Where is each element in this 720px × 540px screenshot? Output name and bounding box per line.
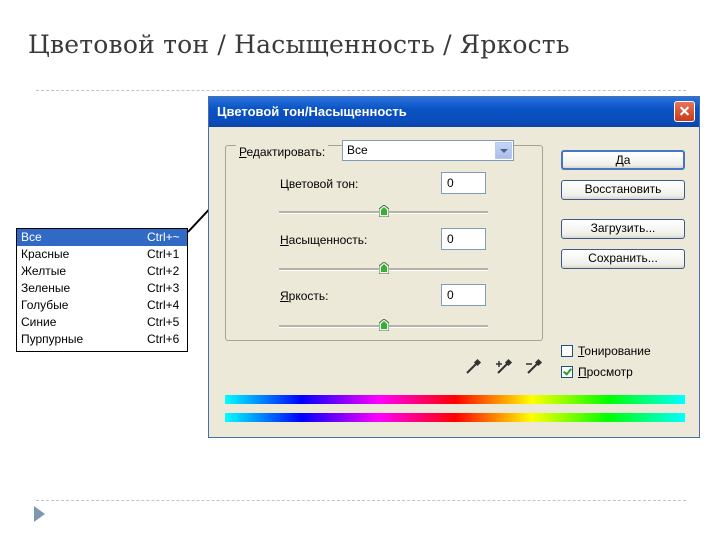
settings-group [225, 145, 543, 341]
reset-button[interactable]: Восстановить [561, 180, 685, 200]
colorize-label: Тонирование [578, 344, 651, 358]
edit-channel-value: Все [347, 143, 368, 157]
edit-channel-select[interactable]: Все [342, 140, 514, 161]
brightness-input[interactable]: 0 [441, 284, 486, 306]
menu-item-shortcut: Ctrl+1 [147, 247, 180, 261]
preview-checkbox[interactable] [561, 366, 573, 378]
eyedropper-icon[interactable] [464, 358, 482, 376]
load-button[interactable]: Загрузить... [561, 219, 685, 239]
dialog-title: Цветовой тон/Насыщенность [217, 104, 407, 119]
input-spectrum-bar [225, 395, 685, 404]
edit-label: Редактировать: [236, 145, 329, 159]
menu-item[interactable]: Синие Ctrl+5 [17, 314, 187, 331]
save-button[interactable]: Сохранить... [561, 249, 685, 269]
menu-item-shortcut: Ctrl+2 [147, 264, 180, 278]
eyedropper-plus-icon[interactable] [495, 358, 513, 376]
menu-item-name: Все [21, 230, 42, 244]
menu-item-name: Красные [21, 247, 70, 261]
menu-item[interactable]: Пурпурные Ctrl+6 [17, 331, 187, 348]
menu-item-name: Синие [21, 315, 57, 329]
brightness-label: Яркость: [280, 289, 329, 303]
menu-item-shortcut: Ctrl+5 [147, 315, 180, 329]
hue-saturation-dialog: Цветовой тон/Насыщенность Редактировать:… [208, 96, 700, 438]
saturation-label: Насыщенность: [280, 233, 368, 247]
hue-input[interactable]: 0 [441, 172, 486, 194]
brightness-slider-thumb[interactable] [378, 319, 389, 331]
menu-item[interactable]: Красные Ctrl+1 [17, 246, 187, 263]
eyedropper-minus-icon[interactable] [525, 358, 543, 376]
hue-label: Цветовой тон: [280, 177, 359, 191]
menu-item-name: Зеленые [21, 281, 71, 295]
menu-item[interactable]: Голубые Ctrl+4 [17, 297, 187, 314]
close-icon[interactable] [674, 101, 695, 122]
menu-item-shortcut: Ctrl+6 [147, 332, 180, 346]
menu-item[interactable]: Желтые Ctrl+2 [17, 263, 187, 280]
chevron-down-icon[interactable] [495, 142, 512, 159]
menu-item-shortcut: Ctrl+~ [147, 230, 180, 244]
colorize-checkbox[interactable] [561, 345, 573, 357]
menu-item-name: Желтые [21, 264, 67, 278]
menu-item[interactable]: Все Ctrl+~ [17, 229, 187, 246]
dialog-titlebar[interactable]: Цветовой тон/Насыщенность [209, 97, 699, 127]
saturation-input[interactable]: 0 [441, 228, 486, 250]
menu-item-name: Пурпурные [21, 332, 84, 346]
menu-item[interactable]: Зеленые Ctrl+3 [17, 280, 187, 297]
edit-channel-menu: Все Ctrl+~ Красные Ctrl+1 Желтые Ctrl+2 Зелены… [16, 228, 188, 352]
preview-label: Просмотр [578, 365, 633, 379]
hue-slider-thumb[interactable] [378, 205, 389, 217]
menu-item-shortcut: Ctrl+3 [147, 281, 180, 295]
menu-item-shortcut: Ctrl+4 [147, 298, 180, 312]
saturation-slider-thumb[interactable] [378, 262, 389, 274]
menu-item-name: Голубые [21, 298, 69, 312]
output-spectrum-bar [225, 413, 685, 422]
ok-button[interactable]: Да [561, 150, 685, 170]
